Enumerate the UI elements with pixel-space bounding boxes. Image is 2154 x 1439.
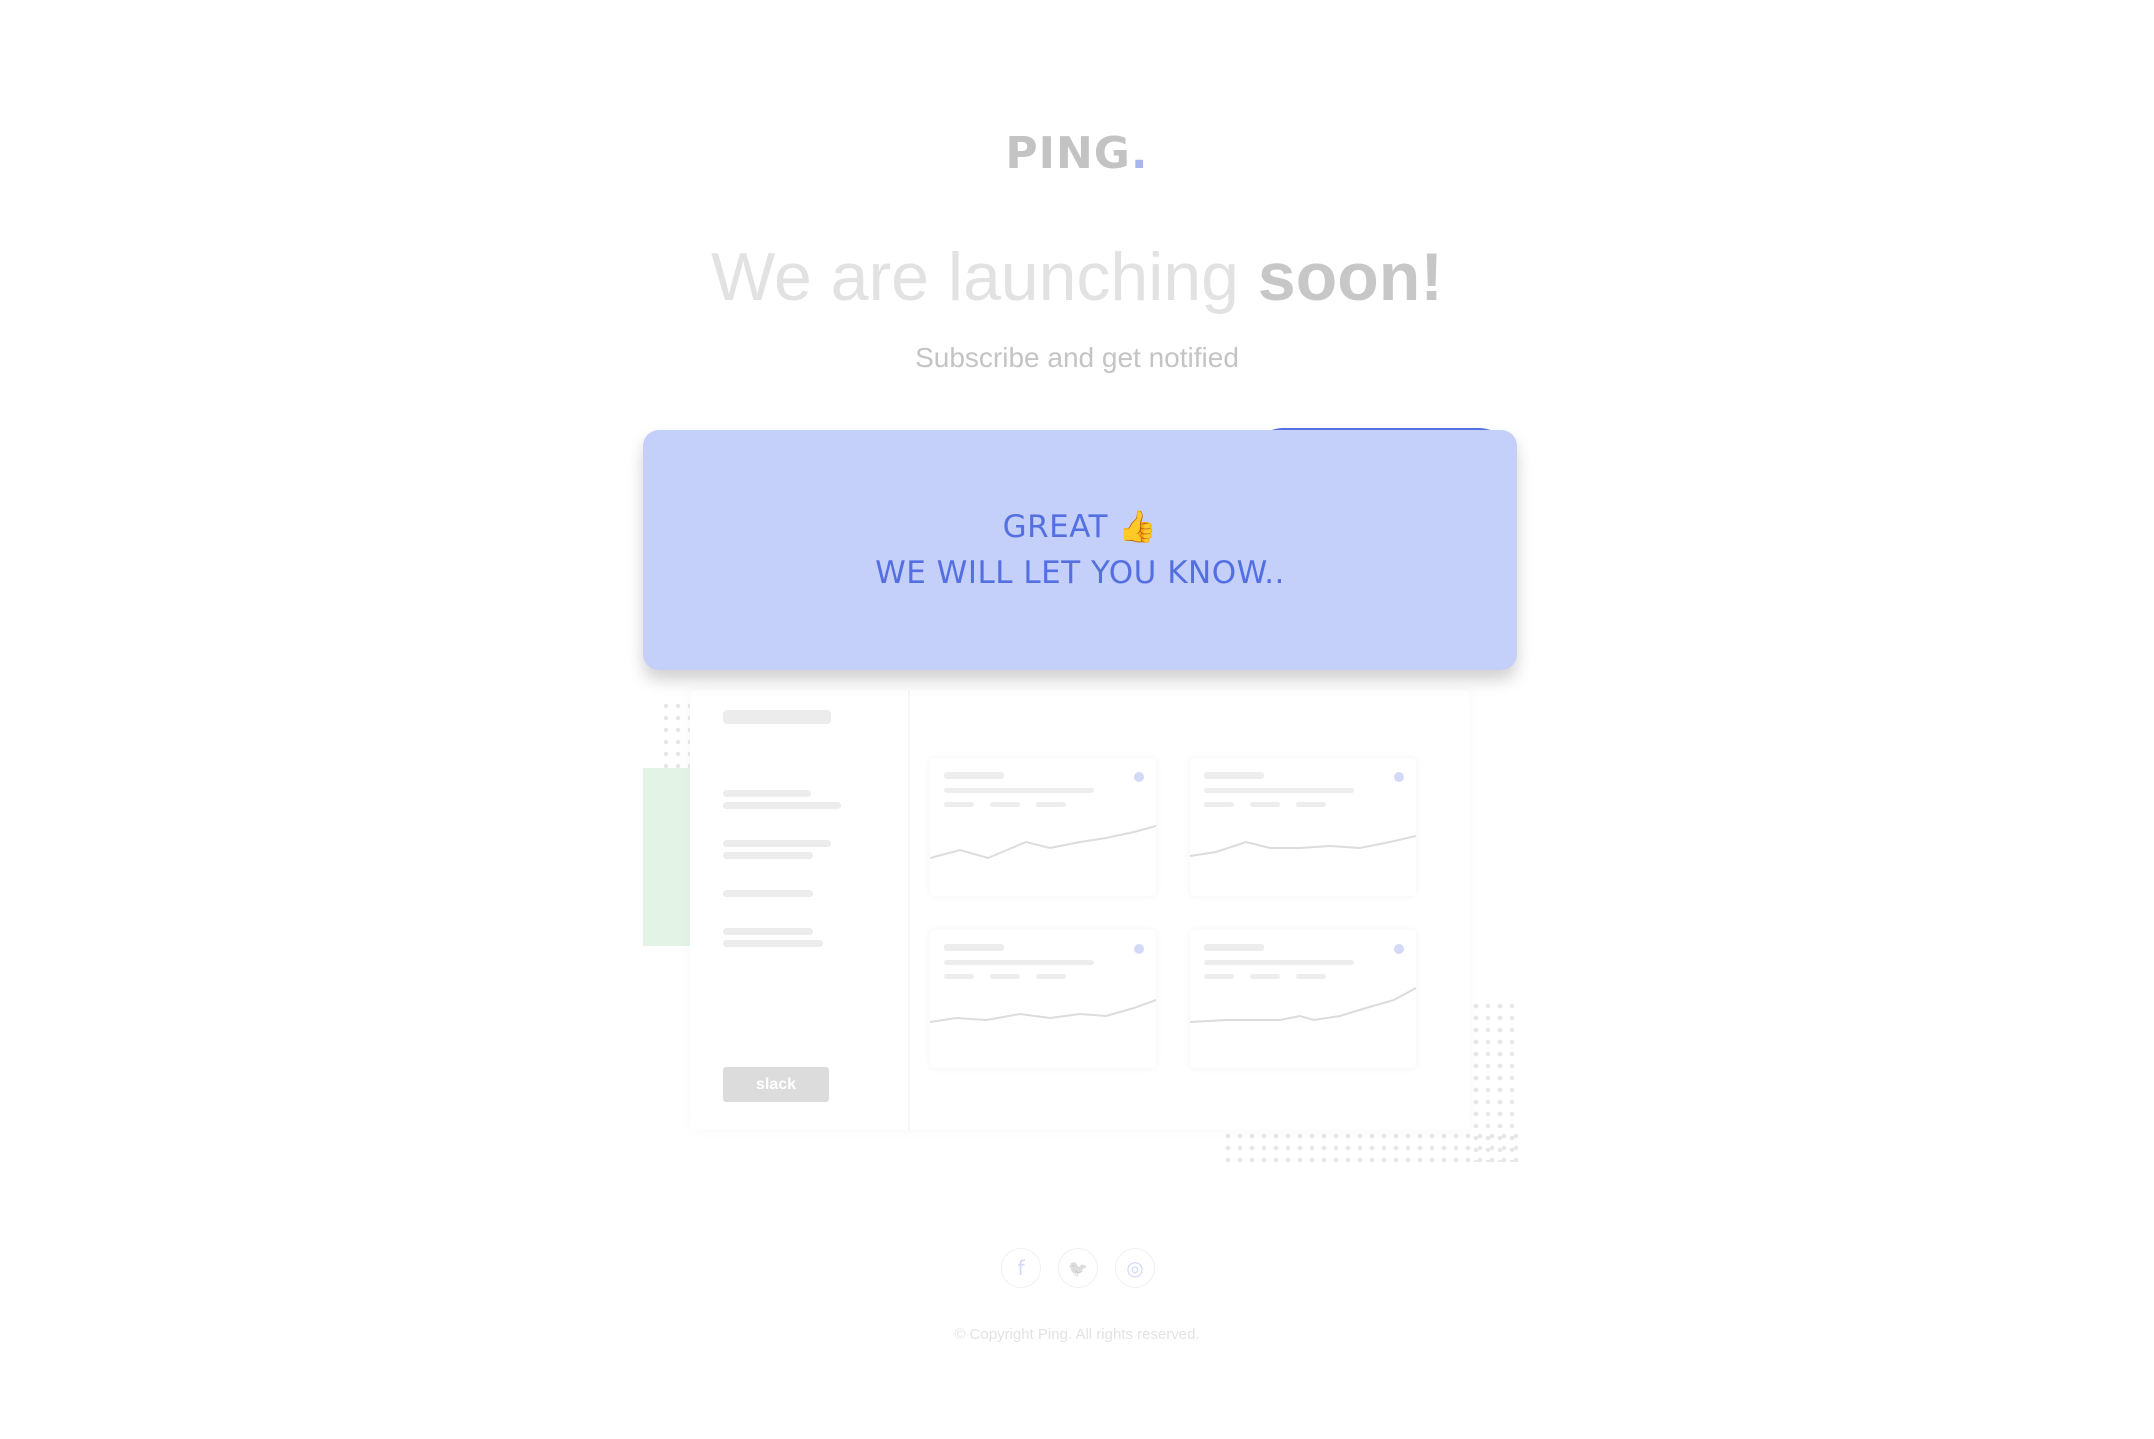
- green-decoration: [643, 768, 693, 946]
- headline-bold: soon!: [1257, 239, 1443, 315]
- card-bar: [1296, 802, 1326, 807]
- dot-pattern-bottom: [1222, 1130, 1518, 1166]
- sparkline: [930, 825, 1156, 860]
- card-bar: [1036, 802, 1066, 807]
- sparkline: [1190, 987, 1416, 1023]
- chart-card: [1190, 930, 1416, 1068]
- facebook-glyph: f: [1017, 1256, 1025, 1280]
- card-bar: [990, 974, 1020, 979]
- sidebar-bar: [723, 802, 841, 809]
- card-bar: [1204, 772, 1264, 779]
- sidebar-bar: [723, 852, 813, 859]
- sparkline: [1190, 835, 1416, 857]
- chart-card: [930, 758, 1156, 896]
- slack-badge: slack: [723, 1067, 829, 1102]
- card-dot: [1134, 772, 1144, 782]
- sidebar-bar: [723, 928, 813, 935]
- card-bar: [944, 788, 1094, 793]
- card-bar: [990, 802, 1020, 807]
- facebook-icon[interactable]: f: [1001, 1248, 1041, 1288]
- card-bar: [1204, 802, 1234, 807]
- headline-light: We are launching: [711, 239, 1239, 315]
- card-bar: [1204, 974, 1234, 979]
- card-bar: [1204, 944, 1264, 951]
- dashboard-illustration: slack: [690, 690, 1470, 1130]
- sparkline: [930, 999, 1156, 1023]
- dashboard-sidebar: slack: [690, 690, 910, 1130]
- card-bar: [944, 974, 974, 979]
- card-bar: [1250, 802, 1280, 807]
- card-bar: [944, 772, 1004, 779]
- card-bar: [1204, 960, 1354, 965]
- sidebar-bar: [723, 710, 831, 724]
- card-bar: [1036, 974, 1066, 979]
- card-bar: [1204, 788, 1354, 793]
- chart-card: [1190, 758, 1416, 896]
- logo-text: PING: [1005, 128, 1131, 179]
- chart-card: [930, 930, 1156, 1068]
- sidebar-bar: [723, 840, 831, 847]
- toast-line-1: GREAT 👍: [1002, 509, 1158, 545]
- twitter-icon[interactable]: 🐦: [1058, 1248, 1098, 1288]
- sidebar-bar: [723, 940, 823, 947]
- card-dot: [1134, 944, 1144, 954]
- copyright: © Copyright Ping. All rights reserved.: [954, 1326, 1200, 1343]
- card-bar: [944, 944, 1004, 951]
- sidebar-bar: [723, 790, 811, 797]
- card-dot: [1394, 944, 1404, 954]
- toast-line-2: WE WILL LET YOU KNOW..: [875, 555, 1285, 591]
- card-bar: [1250, 974, 1280, 979]
- slack-label: slack: [755, 1075, 797, 1093]
- instagram-glyph: ◎: [1126, 1256, 1144, 1280]
- logo-dot: .: [1130, 128, 1149, 179]
- card-bar: [944, 960, 1094, 965]
- success-toast: GREAT 👍 WE WILL LET YOU KNOW..: [643, 430, 1517, 670]
- instagram-icon[interactable]: ◎: [1115, 1248, 1155, 1288]
- sidebar-bar: [723, 890, 813, 897]
- twitter-glyph: 🐦: [1068, 1258, 1088, 1278]
- page-title: We are launching soon!: [0, 238, 2154, 316]
- card-dot: [1394, 772, 1404, 782]
- card-bar: [944, 802, 974, 807]
- subtitle: Subscribe and get notified: [915, 342, 1239, 373]
- logo: PING.: [0, 128, 2154, 179]
- card-bar: [1296, 974, 1326, 979]
